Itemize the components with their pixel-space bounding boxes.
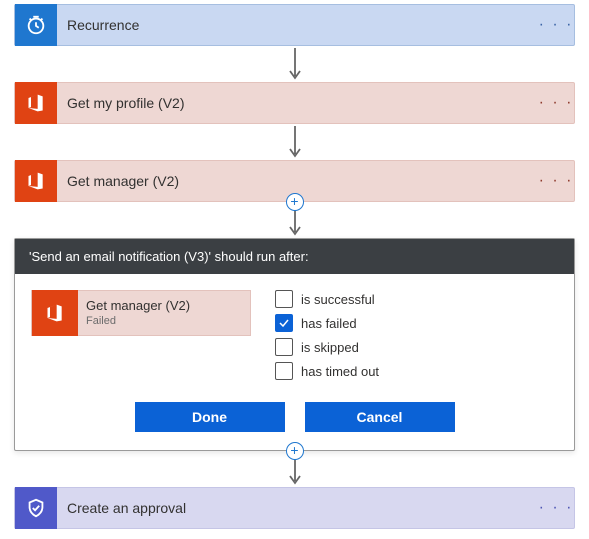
checkbox[interactable] [275,338,293,356]
add-step-button[interactable]: + [286,442,304,460]
dependency-card[interactable]: Get manager (V2) Failed [31,290,251,336]
panel-header: 'Send an email notification (V3)' should… [15,239,574,274]
step-get-my-profile[interactable]: Get my profile (V2) · · · [14,82,575,124]
step-title: Get manager (V2) [57,173,538,189]
step-title: Get my profile (V2) [57,95,538,111]
checkbox[interactable] [275,314,293,332]
done-button[interactable]: Done [135,402,285,432]
dependency-title: Get manager (V2) [86,299,190,314]
run-after-panel: 'Send an email notification (V3)' should… [14,238,575,451]
clock-icon [15,4,57,46]
step-create-approval[interactable]: Create an approval · · · [14,487,575,529]
condition-label: has timed out [301,364,379,379]
condition-label: is skipped [301,340,359,355]
connector: + [14,451,575,487]
connector [14,124,575,160]
condition-label: is successful [301,292,375,307]
office-icon [15,160,57,202]
more-icon[interactable]: · · · [538,172,574,190]
condition-has-timed-out[interactable]: has timed out [275,362,558,380]
approval-icon [15,487,57,529]
condition-has-failed[interactable]: has failed [275,314,558,332]
step-title: Recurrence [57,17,538,33]
cancel-button[interactable]: Cancel [305,402,455,432]
add-step-button[interactable]: + [286,193,304,211]
connector: + [14,202,575,238]
condition-label: has failed [301,316,357,331]
more-icon[interactable]: · · · [538,94,574,112]
office-icon [32,290,78,336]
more-icon[interactable]: · · · [538,499,574,517]
condition-is-skipped[interactable]: is skipped [275,338,558,356]
checkbox[interactable] [275,362,293,380]
office-icon [15,82,57,124]
condition-list: is successful has failed is skipped has … [275,290,558,386]
step-title: Create an approval [57,500,538,516]
dependency-status: Failed [86,315,190,328]
condition-is-successful[interactable]: is successful [275,290,558,308]
step-recurrence[interactable]: Recurrence · · · [14,4,575,46]
more-icon[interactable]: · · · [538,16,574,34]
checkbox[interactable] [275,290,293,308]
connector [14,46,575,82]
